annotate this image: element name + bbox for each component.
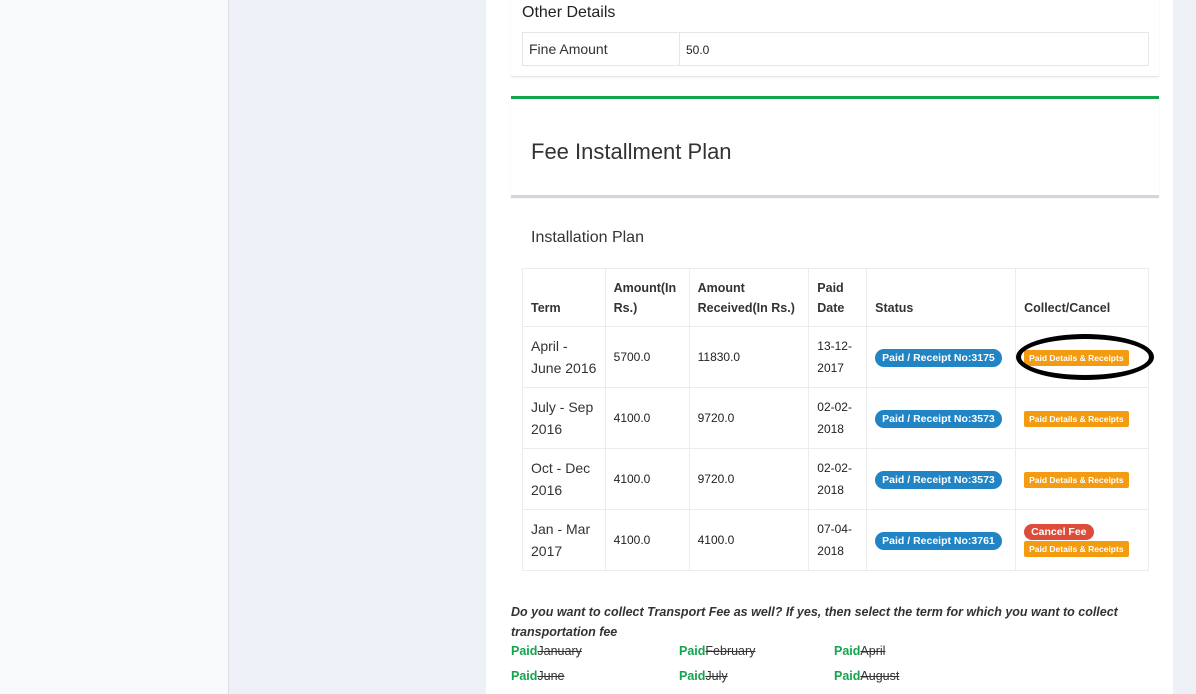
month-name: August bbox=[860, 669, 900, 683]
paid-label: Paid bbox=[679, 669, 706, 683]
header-collect-cancel: Collect/Cancel bbox=[1015, 268, 1149, 327]
amount-cell: 4100.0 bbox=[604, 509, 690, 571]
left-sidebar bbox=[0, 0, 229, 694]
header-term: Term bbox=[522, 268, 606, 327]
collect-cell: Cancel Fee Paid Details & Receipts bbox=[1015, 509, 1149, 571]
fee-installment-card: Fee Installment Plan bbox=[511, 96, 1159, 198]
table-header-row: Term Amount(In Rs.) Amount Received(In R… bbox=[522, 268, 1149, 327]
collect-cell: Paid Details & Receipts bbox=[1015, 387, 1149, 449]
collect-cell: Paid Details & Receipts bbox=[1015, 326, 1149, 388]
header-amount: Amount(In Rs.) bbox=[604, 268, 690, 327]
received-cell: 4100.0 bbox=[688, 509, 810, 571]
month-name: July bbox=[705, 669, 728, 683]
paid-label: Paid bbox=[834, 669, 861, 683]
transport-month-option[interactable]: PaidAugust bbox=[834, 669, 899, 683]
table-row: April - June 2016 5700.0 11830.0 13-12-2… bbox=[522, 326, 1149, 388]
paid-details-receipts-button[interactable]: Paid Details & Receipts bbox=[1024, 411, 1129, 427]
paid-date-cell: 02-02-2018 bbox=[808, 387, 868, 449]
fine-amount-value: 50.0 bbox=[686, 43, 710, 57]
paid-date-cell: 02-02-2018 bbox=[808, 448, 868, 510]
term-cell: Oct - Dec 2016 bbox=[522, 448, 606, 510]
amount-cell: 4100.0 bbox=[604, 387, 690, 449]
fine-amount-row: Fine Amount 50.0 bbox=[522, 32, 1149, 66]
status-cell: Paid / Receipt No:3175 bbox=[866, 326, 1017, 388]
table-row: Oct - Dec 2016 4100.0 9720.0 02-02-2018 … bbox=[522, 448, 1149, 510]
term-cell: Jan - Mar 2017 bbox=[522, 509, 606, 571]
paid-label: Paid bbox=[511, 644, 538, 658]
month-name: February bbox=[705, 644, 756, 658]
collect-cell: Paid Details & Receipts bbox=[1015, 448, 1149, 510]
header-status: Status bbox=[866, 268, 1017, 327]
paid-details-receipts-button[interactable]: Paid Details & Receipts bbox=[1024, 540, 1129, 557]
status-badge: Paid / Receipt No:3573 bbox=[875, 410, 1002, 428]
term-cell: July - Sep 2016 bbox=[522, 387, 606, 449]
transport-month-option[interactable]: PaidApril bbox=[834, 644, 885, 658]
paid-details-receipts-button[interactable]: Paid Details & Receipts bbox=[1024, 472, 1129, 488]
transport-month-option[interactable]: PaidJune bbox=[511, 669, 565, 683]
header-amount-received: Amount Received(In Rs.) bbox=[688, 268, 810, 327]
paid-label: Paid bbox=[679, 644, 706, 658]
status-cell: Paid / Receipt No:3573 bbox=[866, 387, 1017, 449]
transport-fee-question: Do you want to collect Transport Fee as … bbox=[511, 605, 1118, 639]
month-name: April bbox=[860, 644, 886, 658]
table-row: Jan - Mar 2017 4100.0 4100.0 07-04-2018 … bbox=[522, 509, 1149, 571]
paid-label: Paid bbox=[834, 644, 861, 658]
installation-plan-title: Installation Plan bbox=[531, 229, 644, 246]
term-cell: April - June 2016 bbox=[522, 326, 606, 388]
paid-date-cell: 07-04-2018 bbox=[808, 509, 868, 571]
status-cell: Paid / Receipt No:3761 bbox=[866, 509, 1017, 571]
installment-table: Term Amount(In Rs.) Amount Received(In R… bbox=[522, 268, 1149, 571]
amount-cell: 4100.0 bbox=[604, 448, 690, 510]
header-paid-date: Paid Date bbox=[808, 268, 868, 327]
paid-details-receipts-button[interactable]: Paid Details & Receipts bbox=[1024, 350, 1129, 366]
received-cell: 11830.0 bbox=[688, 326, 810, 388]
month-name: January bbox=[537, 644, 582, 658]
other-details-card: Other Details Fine Amount 50.0 bbox=[511, 0, 1159, 77]
amount-cell: 5700.0 bbox=[604, 326, 690, 388]
collect-stack: Cancel Fee Paid Details & Receipts bbox=[1024, 523, 1140, 557]
paid-date-cell: 13-12-2017 bbox=[808, 326, 868, 388]
status-badge: Paid / Receipt No:3175 bbox=[875, 349, 1002, 367]
received-cell: 9720.0 bbox=[688, 448, 810, 510]
transport-month-option[interactable]: PaidFebruary bbox=[679, 644, 755, 658]
status-cell: Paid / Receipt No:3573 bbox=[866, 448, 1017, 510]
fee-installment-title: Fee Installment Plan bbox=[531, 139, 732, 164]
table-row: July - Sep 2016 4100.0 9720.0 02-02-2018… bbox=[522, 387, 1149, 449]
received-cell: 9720.0 bbox=[688, 387, 810, 449]
status-badge: Paid / Receipt No:3573 bbox=[875, 471, 1002, 489]
status-badge: Paid / Receipt No:3761 bbox=[875, 532, 1002, 550]
paid-label: Paid bbox=[511, 669, 538, 683]
fine-amount-label: Fine Amount bbox=[523, 33, 680, 65]
cancel-fee-button[interactable]: Cancel Fee bbox=[1024, 523, 1094, 540]
transport-month-option[interactable]: PaidJanuary bbox=[511, 644, 582, 658]
other-details-title: Other Details bbox=[522, 4, 616, 21]
transport-month-option[interactable]: PaidJuly bbox=[679, 669, 728, 683]
month-name: June bbox=[537, 669, 565, 683]
